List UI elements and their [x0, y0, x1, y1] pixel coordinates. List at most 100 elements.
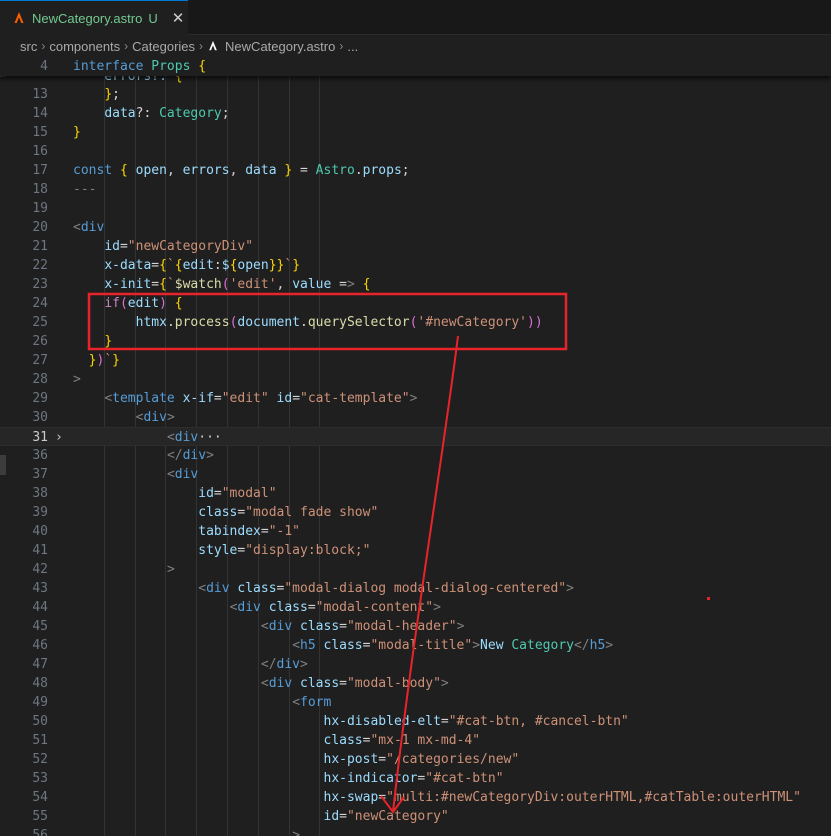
- line-number: 42: [32, 562, 48, 577]
- code-line[interactable]: 48 <div class="modal-body">: [0, 674, 831, 693]
- code-line[interactable]: 31 › <div···: [0, 427, 831, 446]
- code-text: data?: Category;: [104, 106, 230, 121]
- line-number: 45: [32, 619, 48, 634]
- code-text: const { open, errors, data } = Astro.pro…: [73, 163, 410, 178]
- code-line[interactable]: 46 <h5 class="modal-title">New Category<…: [0, 636, 831, 655]
- code-text: tabindex="-1": [198, 524, 301, 539]
- line-number: 47: [32, 657, 48, 672]
- code-line[interactable]: 44 <div class="modal-content">: [0, 598, 831, 617]
- code-line[interactable]: 28 >: [0, 370, 831, 389]
- code-text: <div>: [135, 410, 175, 425]
- astro-file-icon: [14, 12, 24, 23]
- code-line[interactable]: 41 style="display:block;": [0, 541, 831, 560]
- code-line[interactable]: 43 <div class="modal-dialog modal-dialog…: [0, 579, 831, 598]
- code-text: >: [166, 562, 175, 577]
- chevron-right-icon: ›: [124, 39, 129, 53]
- code-line[interactable]: 17 const { open, errors, data } = Astro.p…: [0, 161, 831, 180]
- line-number: 49: [32, 695, 48, 710]
- code-line[interactable]: 38 id="modal": [0, 484, 831, 503]
- line-number: 17: [32, 163, 48, 178]
- astro-file-icon: [209, 40, 217, 51]
- breadcrumb-item-symbol[interactable]: ...: [347, 39, 358, 54]
- code-line[interactable]: 18 ---: [0, 180, 831, 199]
- close-icon[interactable]: ✕: [172, 11, 185, 26]
- code-line[interactable]: 13 };: [0, 85, 831, 104]
- code-line[interactable]: 37 <div: [0, 465, 831, 484]
- code-line[interactable]: 15}: [0, 123, 831, 142]
- code-text: <div class="modal-dialog modal-dialog-ce…: [198, 581, 574, 596]
- code-line[interactable]: 51 class="mx-1 mx-md-4": [0, 731, 831, 750]
- code-text: id="newCategoryDiv": [104, 239, 254, 254]
- line-number: 26: [32, 334, 48, 349]
- code-text: <template x-if="edit" id="cat-template">: [104, 391, 418, 406]
- tab-newcategory-astro[interactable]: NewCategory.astro U ✕: [0, 0, 188, 35]
- line-number: 13: [32, 87, 48, 102]
- line-number: 53: [32, 771, 48, 786]
- code-line[interactable]: 27 })`}: [0, 351, 831, 370]
- line-number: 43: [32, 581, 48, 596]
- code-line[interactable]: 42 >: [0, 560, 831, 579]
- chevron-right-icon[interactable]: ›: [55, 428, 63, 447]
- breadcrumb-item-src[interactable]: src: [20, 39, 37, 54]
- line-number: 51: [32, 733, 48, 748]
- code-text: interface Props {: [73, 59, 207, 74]
- code-line[interactable]: 45 <div class="modal-header">: [0, 617, 831, 636]
- code-line[interactable]: 22 x-data={`{edit:${open}}`}: [0, 256, 831, 275]
- breadcrumb-item-categories[interactable]: Categories: [132, 39, 195, 54]
- code-text: }: [73, 125, 81, 140]
- chevron-right-icon: ›: [199, 39, 204, 53]
- code-text: x-data={`{edit:${open}}`}: [104, 258, 301, 273]
- code-line[interactable]: 52 hx-post="/categories/new": [0, 750, 831, 769]
- chevron-right-icon: ›: [339, 39, 344, 53]
- code-text: x-init={`$watch('edit', value => {: [104, 277, 371, 292]
- line-number: 22: [32, 258, 48, 273]
- line-number: 56: [32, 828, 48, 836]
- scrollbar-marker: [0, 455, 6, 475]
- breadcrumb-item-components[interactable]: components: [49, 39, 120, 54]
- line-number: 40: [32, 524, 48, 539]
- code-line[interactable]: 54 hx-swap="multi:#newCategoryDiv:outerH…: [0, 788, 831, 807]
- tab-filename: NewCategory.astro: [32, 10, 143, 26]
- code-line[interactable]: 53 hx-indicator="#cat-btn": [0, 769, 831, 788]
- code-line[interactable]: 29 <template x-if="edit" id="cat-templat…: [0, 389, 831, 408]
- line-number: 4: [40, 59, 48, 74]
- code-line[interactable]: 49 <form: [0, 693, 831, 712]
- code-text: htmx.process(document.querySelector('#ne…: [135, 315, 543, 330]
- line-number: 25: [32, 315, 48, 330]
- code-line[interactable]: 40 tabindex="-1": [0, 522, 831, 541]
- code-line[interactable]: 20 <div: [0, 218, 831, 237]
- line-number: 44: [32, 600, 48, 615]
- code-editor[interactable]: errors?: {13 }; 14 data?: Category; 15} 16 1…: [0, 57, 831, 836]
- sticky-scroll-line[interactable]: 4 interface Props {: [0, 57, 831, 76]
- code-text: >: [73, 372, 81, 387]
- code-line[interactable]: 50 hx-disabled-elt="#cat-btn, #cancel-bt…: [0, 712, 831, 731]
- code-line[interactable]: 26 }: [0, 332, 831, 351]
- code-line[interactable]: 23 x-init={`$watch('edit', value => {: [0, 275, 831, 294]
- code-text: <h5 class="modal-title">New Category</h5…: [292, 638, 614, 653]
- code-line[interactable]: 36 </div>: [0, 446, 831, 465]
- line-number: 23: [32, 277, 48, 292]
- line-number: 39: [32, 505, 48, 520]
- code-line[interactable]: 16: [0, 142, 831, 161]
- breadcrumb: src › components › Categories › NewCateg…: [0, 35, 831, 57]
- code-line[interactable]: 47 </div>: [0, 655, 831, 674]
- code-line[interactable]: 30 <div>: [0, 408, 831, 427]
- line-number: 27: [32, 353, 48, 368]
- code-line[interactable]: 25 htmx.process(document.querySelector('…: [0, 313, 831, 332]
- line-number: 55: [32, 809, 48, 824]
- code-line[interactable]: 14 data?: Category;: [0, 104, 831, 123]
- code-line[interactable]: 19: [0, 199, 831, 218]
- code-text: style="display:block;": [198, 543, 371, 558]
- code-line[interactable]: 55 id="newCategory": [0, 807, 831, 826]
- line-number: 28: [32, 372, 48, 387]
- code-text: id="newCategory": [323, 809, 449, 824]
- breadcrumb-item-file[interactable]: NewCategory.astro: [225, 39, 335, 54]
- code-text: class="mx-1 mx-md-4": [323, 733, 481, 748]
- code-line[interactable]: 21 id="newCategoryDiv": [0, 237, 831, 256]
- code-text: ---: [73, 182, 97, 197]
- code-line[interactable]: 56 >: [0, 826, 831, 836]
- code-text: class="modal fade show": [198, 505, 379, 520]
- code-line[interactable]: 39 class="modal fade show": [0, 503, 831, 522]
- code-text: })`}: [88, 353, 120, 368]
- code-line[interactable]: 24 if(edit) {: [0, 294, 831, 313]
